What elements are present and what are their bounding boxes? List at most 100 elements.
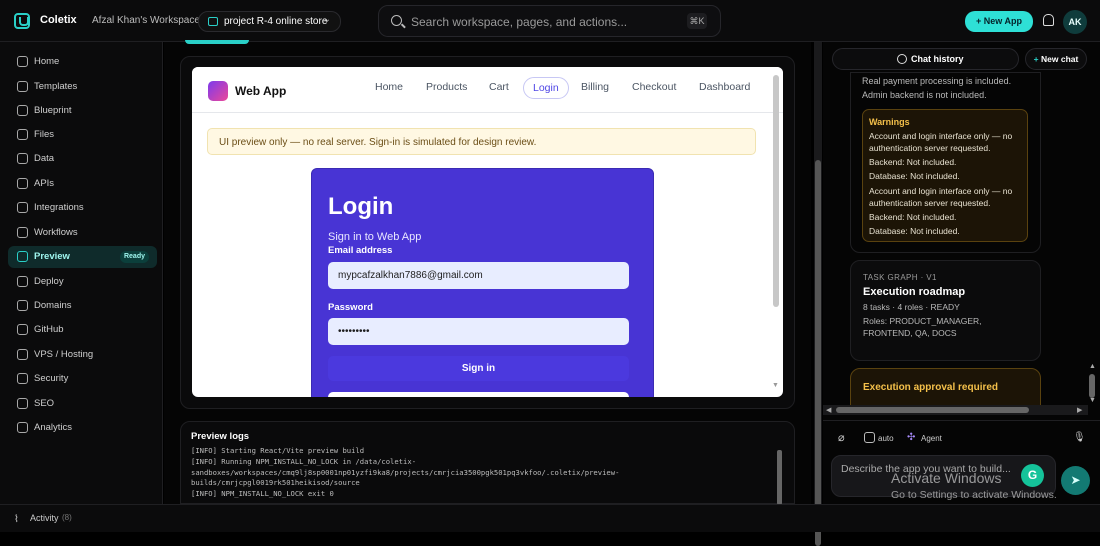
task-graph-meta: 8 tasks · 4 roles · READY: [863, 302, 960, 312]
shield-icon: [17, 373, 28, 384]
chat-history-button[interactable]: Chat history: [832, 48, 1019, 70]
chat-scrollbar[interactable]: ▲ ▼: [1088, 72, 1096, 405]
agent-mode-label[interactable]: Agent: [921, 434, 942, 443]
workspace-name[interactable]: Afzal Khan's Workspace: [92, 15, 200, 26]
microphone-icon[interactable]: 🎙: [1073, 432, 1086, 443]
sidebar-item-security[interactable]: Security: [8, 368, 157, 390]
new-chat-button[interactable]: + New chat: [1025, 48, 1087, 70]
sidebar-item-integrations[interactable]: Integrations: [8, 197, 157, 219]
center-scrollbar[interactable]: [814, 42, 822, 546]
chat-history-label: Chat history: [911, 54, 964, 64]
preview-scrollbar[interactable]: [773, 75, 779, 307]
preview-nav-home[interactable]: Home: [375, 81, 403, 93]
new-app-button[interactable]: + New App: [965, 11, 1033, 32]
preview-nav-billing[interactable]: Billing: [581, 81, 609, 93]
email-field[interactable]: mypcafzalkhan7886@gmail.com: [328, 262, 629, 289]
scrollbar-thumb[interactable]: [1089, 374, 1095, 398]
warning-item: Database: Not included.: [869, 226, 960, 236]
sidebar-item-label: Files: [34, 129, 55, 140]
sidebar-item-label: Domains: [34, 300, 72, 311]
sidebar-item-home[interactable]: Home: [8, 51, 157, 73]
agent-icon[interactable]: ✣: [907, 432, 915, 443]
preview-frame[interactable]: Web App Home Products Cart Login Billing…: [192, 67, 783, 397]
activity-bar[interactable]: ⌇ Activity (8): [0, 504, 1100, 532]
auto-mode-icon[interactable]: [864, 432, 875, 443]
blueprint-icon: [17, 105, 28, 116]
sidebar-item-preview[interactable]: Preview Ready: [8, 246, 157, 268]
sidebar-item-deploy[interactable]: Deploy: [8, 271, 157, 293]
search-icon: [391, 15, 402, 26]
templates-icon: [17, 81, 28, 92]
server-icon: [17, 349, 28, 360]
sidebar-item-analytics[interactable]: Analytics: [8, 417, 157, 439]
windows-watermark-subtitle: Go to Settings to activate Windows.: [891, 489, 1057, 501]
sidebar-item-label: Security: [34, 373, 69, 384]
secondary-button[interactable]: [328, 392, 629, 397]
logs-scrollbar[interactable]: [777, 450, 782, 505]
warnings-box: Warnings Account and login interface onl…: [862, 109, 1028, 242]
task-graph-title: Execution roadmap: [863, 286, 966, 298]
sidebar-item-blueprint[interactable]: Blueprint: [8, 100, 157, 122]
scrollbar-thumb[interactable]: [836, 407, 1029, 413]
globe-icon: [17, 300, 28, 311]
approval-card[interactable]: Execution approval required: [850, 368, 1041, 408]
preview-notice: UI preview only — no real server. Sign-i…: [207, 128, 756, 155]
sidebar-item-label: Blueprint: [34, 105, 72, 116]
sidebar-item-domains[interactable]: Domains: [8, 295, 157, 317]
send-button[interactable]: ➤: [1061, 466, 1090, 495]
project-selector[interactable]: project R-4 online store ⌄: [198, 11, 341, 32]
preview-nav-login[interactable]: Login: [523, 77, 569, 99]
password-field[interactable]: •••••••••: [328, 318, 629, 345]
task-graph-card[interactable]: TASK GRAPH · V1 Execution roadmap 8 task…: [850, 260, 1041, 361]
coletix-logo-icon[interactable]: [14, 13, 30, 29]
search-bar[interactable]: Search workspace, pages, and actions... …: [378, 5, 721, 37]
sidebar-item-label: APIs: [34, 178, 55, 189]
auto-mode-label[interactable]: auto: [878, 434, 894, 443]
task-graph-roles: Roles: PRODUCT_MANAGER, FRONTEND, QA, DO…: [863, 316, 982, 338]
scroll-down-arrow-icon[interactable]: ▼: [1089, 397, 1096, 404]
app-name[interactable]: Coletix: [40, 14, 77, 26]
scrollbar-thumb[interactable]: [815, 160, 821, 546]
sidebar-item-files[interactable]: Files: [8, 124, 157, 146]
preview-site-header: Web App Home Products Cart Login Billing…: [192, 67, 783, 113]
sidebar-item-seo[interactable]: SEO: [8, 393, 157, 415]
workflow-icon: [17, 227, 28, 238]
sidebar-item-workflows[interactable]: Workflows: [8, 222, 157, 244]
sidebar-item-label: Preview: [34, 251, 70, 262]
sidebar-item-apis[interactable]: APIs: [8, 173, 157, 195]
scroll-right-arrow-icon[interactable]: ▶: [1077, 406, 1082, 414]
sidebar-item-templates[interactable]: Templates: [8, 76, 157, 98]
user-avatar[interactable]: AK: [1063, 10, 1087, 34]
notice-text: UI preview only — no real server. Sign-i…: [219, 137, 537, 148]
notifications-bell-icon[interactable]: [1043, 14, 1054, 26]
folder-icon: [208, 17, 218, 26]
preview-nav-checkout[interactable]: Checkout: [632, 81, 676, 93]
scroll-left-arrow-icon[interactable]: ◀: [826, 406, 831, 414]
scroll-up-arrow-icon[interactable]: ▲: [1089, 363, 1096, 370]
sidebar-item-github[interactable]: GitHub: [8, 319, 157, 341]
sidebar-item-label: Analytics: [34, 422, 73, 433]
windows-watermark-title: Activate Windows: [891, 470, 1002, 486]
composer-toolbar: ⌀ auto ✣ Agent 🎙: [823, 420, 1100, 454]
chat-horizontal-scrollbar[interactable]: ◀ ▶: [823, 405, 1088, 415]
sidebar: Home Templates Blueprint Files Data APIs…: [0, 42, 163, 504]
warning-item: Account and login interface only — no au…: [869, 186, 1013, 208]
grammarly-icon[interactable]: G: [1021, 464, 1044, 487]
search-placeholder: Search workspace, pages, and actions...: [411, 15, 628, 29]
github-icon: [17, 324, 28, 335]
scroll-down-arrow-icon[interactable]: ▼: [772, 382, 779, 389]
site-name: Web App: [235, 84, 287, 98]
approval-title: Execution approval required: [863, 382, 999, 393]
status-badge: Ready: [119, 251, 149, 263]
activity-count: (8): [62, 513, 72, 522]
active-tab-indicator: [185, 40, 249, 44]
preview-nav-products[interactable]: Products: [426, 81, 467, 93]
sidebar-item-label: Deploy: [34, 276, 64, 287]
preview-nav-cart[interactable]: Cart: [489, 81, 509, 93]
preview-nav-dashboard[interactable]: Dashboard: [699, 81, 750, 93]
sidebar-item-data[interactable]: Data: [8, 148, 157, 170]
sign-in-button[interactable]: Sign in: [328, 356, 629, 381]
attach-paperclip-icon[interactable]: ⌀: [838, 431, 845, 444]
sidebar-item-label: Data: [34, 153, 55, 164]
sidebar-item-vps-hosting[interactable]: VPS / Hosting: [8, 344, 157, 366]
